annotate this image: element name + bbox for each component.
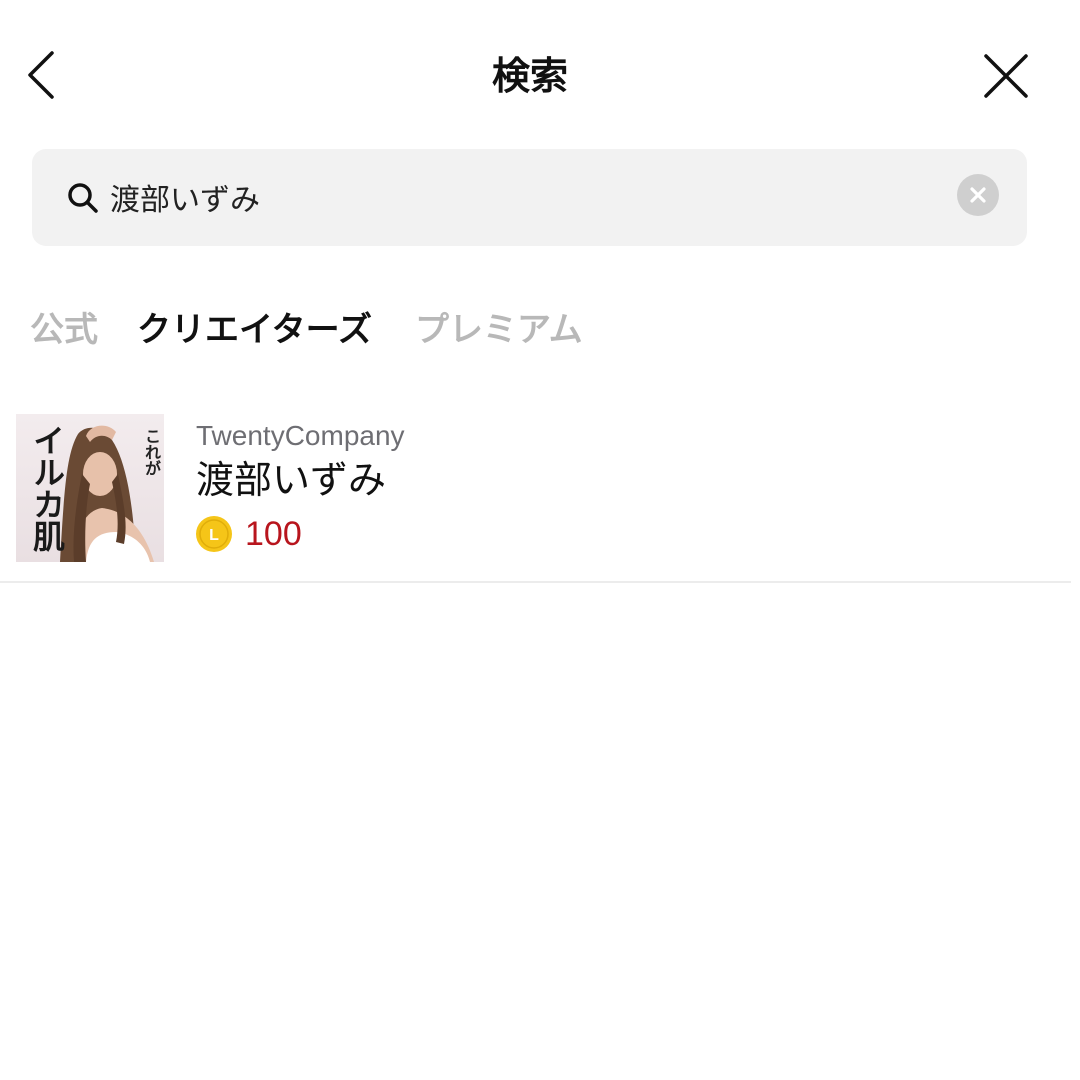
price-value: 100	[245, 515, 302, 553]
page-title: 検索	[491, 54, 568, 98]
result-item[interactable]: これが イルカ肌 TwentyCompany 渡部いずみ L 100	[0, 400, 1071, 583]
tab-premium[interactable]: プレミアム	[415, 308, 583, 352]
tab-creators[interactable]: クリエイターズ	[137, 308, 372, 352]
clear-icon	[970, 187, 986, 203]
publisher-name: TwentyCompany	[196, 420, 405, 451]
search-bar	[32, 149, 1027, 246]
thumbnail-caption-small: これが	[142, 428, 161, 476]
back-button[interactable]	[18, 45, 68, 105]
header: 検索	[0, 0, 1080, 150]
category-tabs: 公式 クリエイターズ プレミアム	[0, 300, 1080, 360]
tab-official[interactable]: 公式	[30, 308, 98, 352]
item-title: 渡部いずみ	[196, 458, 387, 502]
search-icon	[68, 183, 98, 213]
coin-letter: L	[209, 527, 219, 544]
close-icon	[984, 54, 1028, 98]
clear-search-button[interactable]	[957, 174, 999, 216]
search-input[interactable]	[110, 171, 930, 223]
thumbnail-caption-large: イルカ肌	[28, 424, 66, 552]
product-thumbnail: これが イルカ肌	[16, 414, 164, 562]
chevron-left-icon	[28, 51, 54, 99]
coin-icon: L	[196, 516, 232, 552]
close-button[interactable]	[978, 48, 1034, 104]
